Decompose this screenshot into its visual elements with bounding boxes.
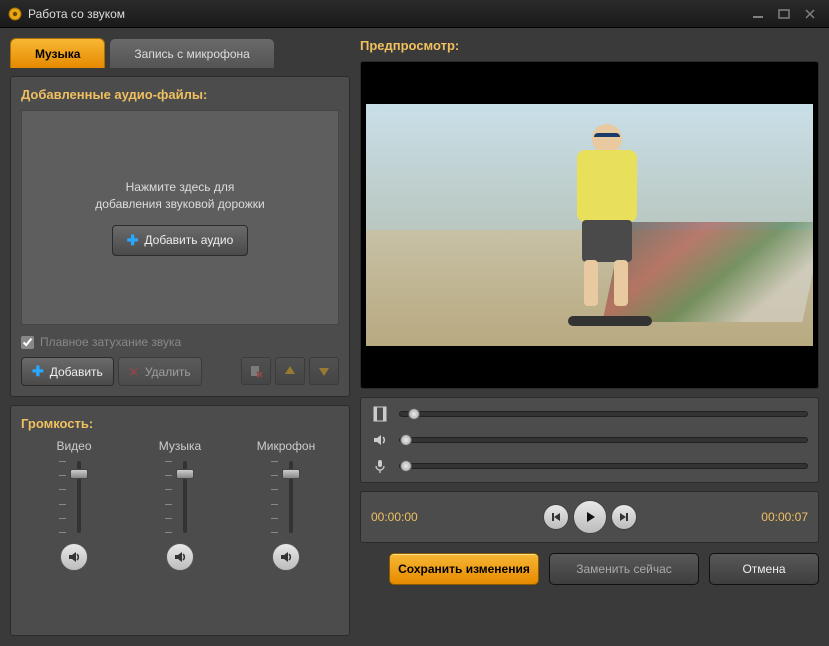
save-button[interactable]: Сохранить изменения [389,553,539,585]
volume-video-label: Видео [56,439,91,453]
transport-bar: 00:00:00 00:00:07 [360,491,819,543]
microphone-icon [371,458,389,474]
tab-music-label: Музыка [35,47,80,61]
preview-scene [366,104,814,345]
added-files-panel: Добавленные аудио-файлы: Нажмите здесь д… [10,76,350,397]
added-files-heading: Добавленные аудио-файлы: [21,87,339,102]
cancel-button[interactable]: Отмена [709,553,819,585]
dropzone-hint: Нажмите здесь для добавления звуковой до… [95,179,264,213]
move-down-button[interactable] [309,357,339,385]
next-button[interactable] [611,504,637,530]
time-total: 00:00:07 [723,510,808,524]
file-toolbar: ✚ Добавить ✕ Удалить [21,357,339,386]
dialog-actions: Сохранить изменения Заменить сейчас Отме… [360,551,819,587]
mute-music-button[interactable] [166,543,194,571]
delete-button[interactable]: ✕ Удалить [118,357,202,386]
maximize-button[interactable] [773,6,795,22]
replace-now-button[interactable]: Заменить сейчас [549,553,699,585]
volume-video-track[interactable] [55,461,93,533]
volume-panel: Громкость: Видео Музыка [10,405,350,636]
volume-heading: Громкость: [21,416,339,431]
add-audio-label: Добавить аудио [144,233,233,247]
volume-slider-music: Музыка [135,439,225,571]
remove-from-list-button[interactable] [241,357,271,385]
mute-video-button[interactable] [60,543,88,571]
volume-music-track[interactable] [161,461,199,533]
track-audio-slider[interactable] [399,437,808,443]
preview-heading: Предпросмотр: [360,38,819,53]
titlebar: Работа со звуком [0,0,829,28]
tabbar: Музыка Запись с микрофона [10,38,350,68]
tab-mic-record[interactable]: Запись с микрофона [109,38,274,68]
time-current: 00:00:00 [371,510,456,524]
filmstrip-icon [371,406,389,422]
close-button[interactable] [799,6,821,22]
preview-viewport [360,61,819,389]
track-audio-row [371,432,808,448]
volume-music-label: Музыка [159,439,201,453]
track-sliders [360,397,819,483]
x-icon: ✕ [129,365,139,379]
add-audio-button[interactable]: ✚ Добавить аудио [112,225,249,256]
add-button[interactable]: ✚ Добавить [21,357,114,386]
plus-icon: ✚ [32,363,44,380]
volume-mic-label: Микрофон [257,439,315,453]
volume-slider-mic: Микрофон [241,439,331,571]
track-video-slider[interactable] [399,411,808,417]
track-mic-slider[interactable] [399,463,808,469]
fade-label: Плавное затухание звука [40,335,181,349]
minimize-button[interactable] [747,6,769,22]
app-icon [8,7,22,21]
volume-mic-track[interactable] [267,461,305,533]
track-mic-row [371,458,808,474]
window-title: Работа со звуком [28,7,743,21]
tab-music[interactable]: Музыка [10,38,105,68]
play-button[interactable] [573,500,607,534]
speaker-icon [371,432,389,448]
tab-mic-label: Запись с микрофона [134,47,249,61]
prev-button[interactable] [543,504,569,530]
mute-mic-button[interactable] [272,543,300,571]
audio-dropzone[interactable]: Нажмите здесь для добавления звуковой до… [21,110,339,325]
fade-checkbox-row[interactable]: Плавное затухание звука [21,335,339,349]
fade-checkbox[interactable] [21,336,34,349]
plus-icon: ✚ [127,232,139,249]
track-video-row [371,406,808,422]
move-up-button[interactable] [275,357,305,385]
volume-slider-video: Видео [29,439,119,571]
